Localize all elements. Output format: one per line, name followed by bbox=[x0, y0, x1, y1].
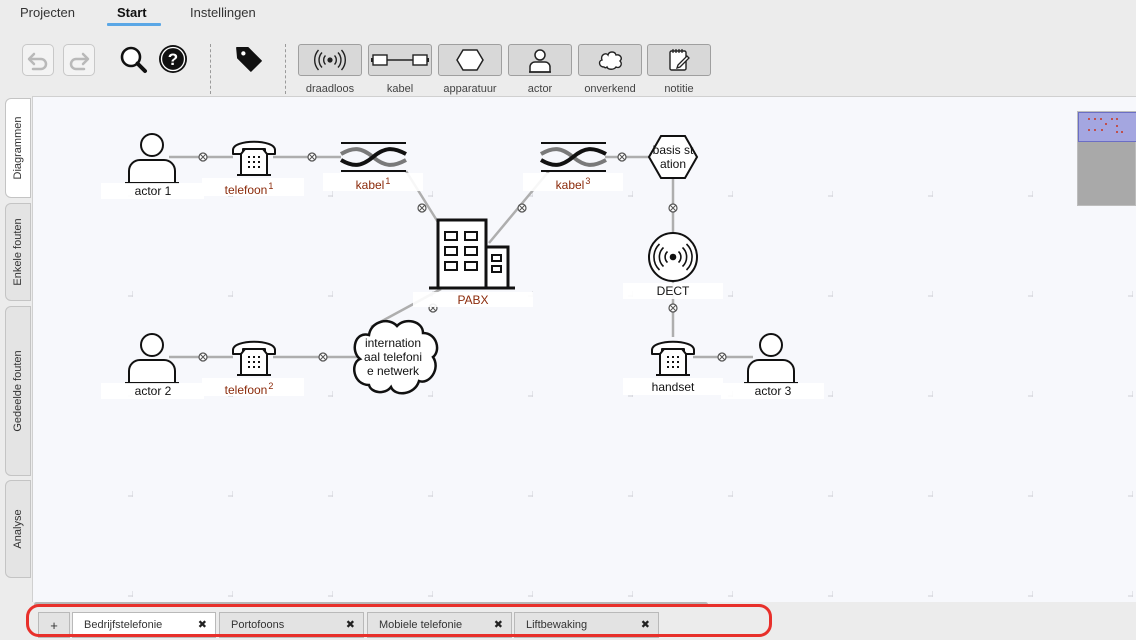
minimap-viewport[interactable] bbox=[1078, 112, 1136, 142]
search-icon bbox=[120, 46, 147, 73]
node-label: e netwerk bbox=[367, 364, 420, 378]
tab-label: Bedrijfstelefonie bbox=[84, 619, 163, 631]
palette-label-note: notitie bbox=[664, 83, 694, 95]
minimap[interactable] bbox=[1077, 111, 1136, 206]
toolbar-separator bbox=[285, 44, 286, 94]
node-label: telefoon1 bbox=[225, 181, 274, 197]
node-label: PABX bbox=[457, 293, 488, 307]
wireless-icon bbox=[648, 232, 698, 282]
connection-handle bbox=[668, 203, 678, 213]
connection-handle bbox=[717, 352, 727, 362]
svg-text:?: ? bbox=[168, 50, 178, 69]
node-label: telefoon2 bbox=[225, 381, 274, 397]
menu-bar: Projecten Start Instellingen bbox=[0, 0, 1136, 28]
minimap-diagram bbox=[1088, 118, 1123, 133]
tab-bedrijfstelefonie[interactable]: Bedrijfstelefonie ✖ bbox=[72, 612, 216, 638]
palette-wireless-button[interactable] bbox=[298, 44, 362, 76]
sidetab-shared-faults[interactable]: Gedeelde fouten bbox=[5, 306, 31, 476]
redo-icon bbox=[69, 52, 90, 71]
help-icon: ? bbox=[159, 45, 187, 73]
connection-handle bbox=[517, 203, 527, 213]
undo-button[interactable] bbox=[22, 44, 54, 76]
sidetab-label: Gedeelde fouten bbox=[12, 350, 24, 432]
menu-tab-start[interactable]: Start bbox=[117, 5, 147, 20]
cloud-icon bbox=[598, 51, 622, 70]
note-icon bbox=[669, 49, 690, 71]
sidetab-label: Enkele fouten bbox=[12, 218, 24, 286]
menu-tab-projects[interactable]: Projecten bbox=[20, 5, 75, 20]
diagram-canvas[interactable]: actor 1 actor 2 actor 3 telefoon1 telefo… bbox=[32, 96, 1136, 603]
help-button[interactable]: ? bbox=[158, 44, 188, 74]
palette-cable-button[interactable] bbox=[368, 44, 432, 76]
connection-handle bbox=[318, 352, 328, 362]
palette-label-wireless: draadloos bbox=[305, 83, 355, 95]
palette-note-button[interactable] bbox=[647, 44, 711, 76]
tab-liftbewaking[interactable]: Liftbewaking ✖ bbox=[514, 612, 659, 638]
node-label: ation bbox=[660, 157, 686, 171]
node-label: DECT bbox=[657, 284, 690, 298]
search-button[interactable] bbox=[118, 44, 148, 74]
cable-icon bbox=[371, 54, 429, 66]
close-icon[interactable]: ✖ bbox=[494, 618, 503, 631]
tab-portofoons[interactable]: Portofoons ✖ bbox=[219, 612, 364, 638]
connection-handle bbox=[198, 152, 208, 162]
actor-label: actor 3 bbox=[755, 384, 792, 398]
plus-icon: + bbox=[50, 618, 58, 633]
palette-device-button[interactable] bbox=[438, 44, 502, 76]
actor-label: actor 1 bbox=[135, 184, 172, 198]
palette-label-device: apparatuur bbox=[443, 83, 497, 95]
close-icon[interactable]: ✖ bbox=[346, 618, 355, 631]
palette-label-cable: kabel bbox=[386, 83, 414, 95]
toolbar-separator bbox=[210, 44, 211, 94]
close-icon[interactable]: ✖ bbox=[641, 618, 650, 631]
active-tab-indicator bbox=[107, 23, 161, 26]
undo-icon bbox=[27, 52, 48, 71]
actor-label: actor 2 bbox=[135, 384, 172, 398]
connection-handle bbox=[307, 152, 317, 162]
connection-handle bbox=[617, 152, 627, 162]
diagram-tab-bar: + Bedrijfstelefonie ✖ Portofoons ✖ Mobie… bbox=[32, 608, 1136, 640]
node-label: basis st bbox=[653, 143, 694, 157]
palette-label-unknown: onverkend bbox=[584, 83, 636, 95]
hexagon-icon bbox=[456, 49, 484, 71]
connection-handle bbox=[417, 203, 427, 213]
scrollbar-thumb[interactable] bbox=[34, 602, 708, 607]
sidetab-single-faults[interactable]: Enkele fouten bbox=[5, 203, 31, 301]
tab-label: Liftbewaking bbox=[526, 619, 588, 631]
connection-handle bbox=[198, 352, 208, 362]
connection-handle bbox=[668, 303, 678, 313]
close-icon[interactable]: ✖ bbox=[198, 618, 207, 631]
redo-button[interactable] bbox=[63, 44, 95, 76]
sidetab-analysis[interactable]: Analyse bbox=[5, 480, 31, 578]
node-label: internation bbox=[365, 336, 421, 350]
person-icon bbox=[529, 49, 551, 73]
menu-tab-settings[interactable]: Instellingen bbox=[190, 5, 256, 20]
palette-actor-button[interactable] bbox=[508, 44, 572, 76]
wireless-icon bbox=[314, 49, 346, 71]
tag-icon bbox=[236, 47, 262, 72]
tag-button[interactable] bbox=[234, 44, 264, 74]
tab-label: Mobiele telefonie bbox=[379, 619, 463, 631]
sidetab-diagrams[interactable]: Diagrammen bbox=[5, 98, 31, 198]
palette-unknown-button[interactable] bbox=[578, 44, 642, 76]
node-label: aal telefoni bbox=[364, 350, 422, 364]
tab-mobiele-telefonie[interactable]: Mobiele telefonie ✖ bbox=[367, 612, 512, 638]
add-tab-button[interactable]: + bbox=[38, 612, 70, 638]
tab-label: Portofoons bbox=[231, 619, 285, 631]
sidetab-label: Analyse bbox=[12, 509, 24, 549]
sidetab-label: Diagrammen bbox=[12, 116, 24, 180]
palette-label-actor: actor bbox=[527, 83, 553, 95]
node-label: handset bbox=[652, 380, 695, 394]
canvas-grid bbox=[33, 97, 1136, 603]
